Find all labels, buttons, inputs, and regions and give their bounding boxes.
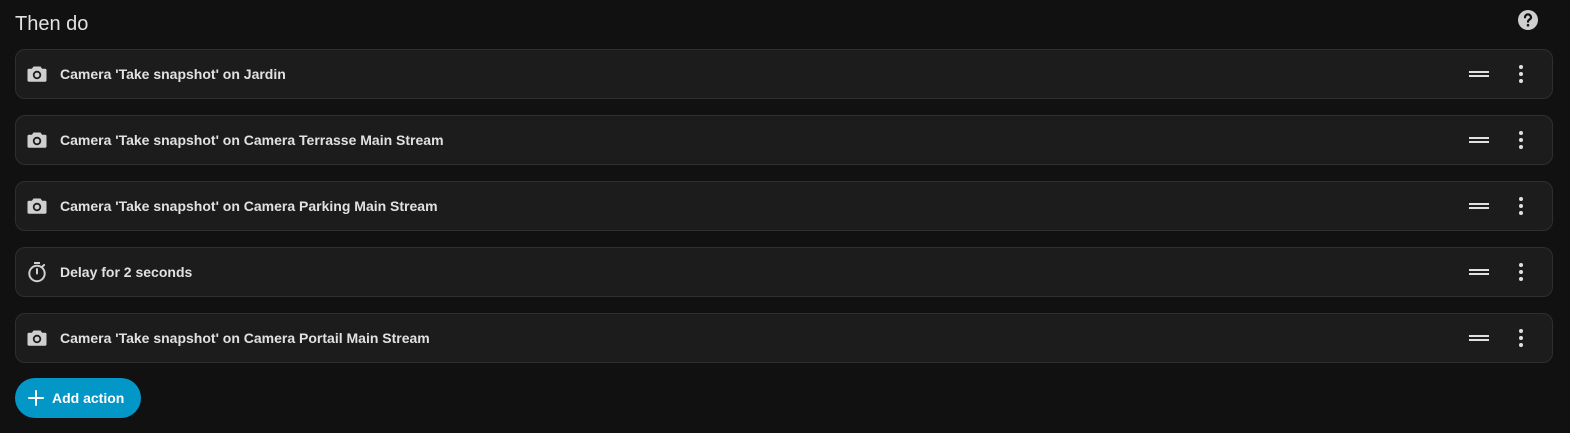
actions-section: Then do Camera 'Take snapshot' on Jardin xyxy=(0,0,1570,433)
add-action-label: Add action xyxy=(52,390,125,406)
more-vertical-icon[interactable] xyxy=(1509,194,1533,218)
more-vertical-icon[interactable] xyxy=(1509,128,1533,152)
more-vertical-icon[interactable] xyxy=(1509,62,1533,86)
drag-handle-icon[interactable] xyxy=(1467,63,1491,85)
camera-icon xyxy=(26,129,48,151)
more-vertical-icon[interactable] xyxy=(1509,260,1533,284)
help-icon[interactable] xyxy=(1517,9,1539,31)
camera-icon xyxy=(26,195,48,217)
action-list: Camera 'Take snapshot' on Jardin Camera … xyxy=(15,49,1553,379)
action-row[interactable]: Camera 'Take snapshot' on Camera Portail… xyxy=(15,313,1553,363)
more-vertical-icon[interactable] xyxy=(1509,326,1533,350)
drag-handle-icon[interactable] xyxy=(1467,327,1491,349)
action-row[interactable]: Camera 'Take snapshot' on Jardin xyxy=(15,49,1553,99)
action-row[interactable]: Delay for 2 seconds xyxy=(15,247,1553,297)
action-label: Delay for 2 seconds xyxy=(60,264,193,280)
action-label: Camera 'Take snapshot' on Jardin xyxy=(60,66,286,82)
drag-handle-icon[interactable] xyxy=(1467,261,1491,283)
drag-handle-icon[interactable] xyxy=(1467,195,1491,217)
timer-icon xyxy=(26,261,48,283)
action-label: Camera 'Take snapshot' on Camera Terrass… xyxy=(60,132,444,148)
plus-icon xyxy=(27,389,45,407)
action-row[interactable]: Camera 'Take snapshot' on Camera Terrass… xyxy=(15,115,1553,165)
camera-icon xyxy=(26,63,48,85)
add-action-button[interactable]: Add action xyxy=(15,378,142,418)
action-label: Camera 'Take snapshot' on Camera Portail… xyxy=(60,330,430,346)
drag-handle-icon[interactable] xyxy=(1467,129,1491,151)
section-title: Then do xyxy=(15,13,89,35)
camera-icon xyxy=(26,327,48,349)
action-row[interactable]: Camera 'Take snapshot' on Camera Parking… xyxy=(15,181,1553,231)
action-label: Camera 'Take snapshot' on Camera Parking… xyxy=(60,198,438,214)
